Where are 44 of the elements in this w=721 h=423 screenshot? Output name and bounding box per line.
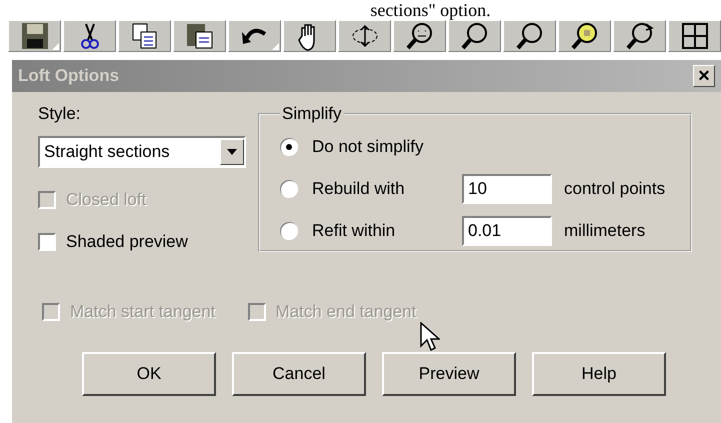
input-field[interactable]: 0.01 bbox=[462, 216, 552, 246]
caption-text: sections" option. bbox=[369, 0, 492, 20]
toolbar-button[interactable] bbox=[448, 20, 501, 52]
dialog-button[interactable]: OK bbox=[82, 352, 216, 396]
group-title: Simplify bbox=[281, 104, 343, 124]
dialog-button[interactable]: Help bbox=[532, 352, 666, 396]
input-field[interactable]: 10 bbox=[462, 174, 552, 204]
menu-corner-icon bbox=[52, 43, 59, 50]
checkbox-label: Match start tangent bbox=[70, 302, 216, 322]
toolbar-button[interactable] bbox=[338, 20, 391, 52]
dropdown-button[interactable] bbox=[220, 139, 244, 165]
radio-label: Do not simplify bbox=[312, 137, 424, 157]
toolbar-button[interactable] bbox=[173, 20, 226, 52]
toolbar-button[interactable] bbox=[283, 20, 336, 52]
radio-button[interactable] bbox=[280, 222, 298, 240]
menu-corner-icon bbox=[272, 43, 279, 50]
checkbox[interactable] bbox=[38, 233, 56, 251]
toolbar-button[interactable] bbox=[118, 20, 171, 52]
dialog-button[interactable]: Preview bbox=[382, 352, 516, 396]
checkbox-label: Match end tangent bbox=[276, 302, 416, 322]
radio-label: Refit within bbox=[312, 221, 396, 241]
toolbar-button[interactable] bbox=[558, 20, 611, 52]
checkbox-label: Closed loft bbox=[66, 190, 146, 210]
close-button[interactable]: × bbox=[693, 65, 715, 87]
toolbar-button[interactable] bbox=[668, 20, 721, 52]
zoom-icon bbox=[624, 20, 656, 52]
caret-icon bbox=[227, 149, 237, 155]
dialog-button[interactable]: Cancel bbox=[232, 352, 366, 396]
checkbox-label: Shaded preview bbox=[66, 232, 188, 252]
radio-button[interactable] bbox=[280, 180, 298, 198]
radio-label: Rebuild with bbox=[312, 179, 406, 199]
toolbar-button[interactable] bbox=[393, 20, 446, 52]
toolbar-button[interactable] bbox=[613, 20, 666, 52]
mouse-pointer-icon bbox=[420, 322, 440, 352]
unit-label: millimeters bbox=[564, 221, 646, 241]
window-title: Loft Options bbox=[18, 66, 120, 86]
style-dropdown[interactable]: Straight sections bbox=[38, 136, 246, 168]
unit-label: control points bbox=[564, 179, 666, 199]
radio-button[interactable] bbox=[280, 138, 298, 156]
toolbar-button[interactable] bbox=[228, 20, 281, 52]
style-label: Style: bbox=[38, 104, 82, 124]
toolbar-button[interactable] bbox=[503, 20, 556, 52]
toolbar-button[interactable] bbox=[8, 20, 61, 52]
toolbar-button[interactable] bbox=[63, 20, 116, 52]
